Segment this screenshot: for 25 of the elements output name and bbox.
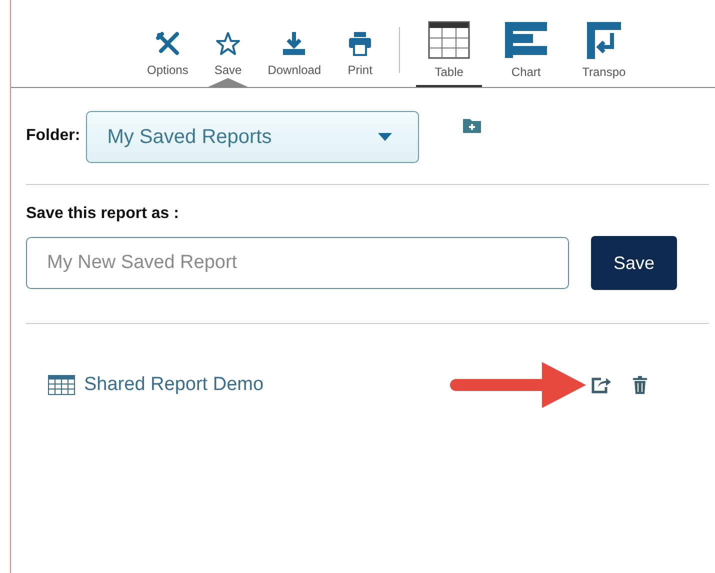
- transpose-icon: [586, 21, 622, 59]
- folder-dropdown[interactable]: My Saved Reports: [86, 111, 420, 163]
- view-tab[interactable]: Chart: [492, 21, 560, 87]
- view-tab[interactable]: Table: [416, 21, 482, 87]
- table-icon: [428, 21, 470, 59]
- table-icon: [48, 375, 75, 395]
- folder-label: Folder:: [26, 127, 80, 145]
- toolbar-button[interactable]: Options: [139, 31, 196, 87]
- toolbar-button[interactable]: Save: [206, 31, 250, 87]
- star-icon: [215, 31, 242, 57]
- save-button[interactable]: Save: [591, 236, 677, 290]
- download-icon: [281, 31, 308, 57]
- new-folder-icon[interactable]: [463, 117, 482, 133]
- report-link[interactable]: Shared Report Demo: [84, 374, 264, 396]
- bar-chart-icon: [504, 21, 548, 59]
- trash-icon[interactable]: [632, 376, 647, 394]
- caret-icon: [378, 133, 392, 141]
- toolbar-button[interactable]: Print: [339, 31, 382, 87]
- tools-icon: [154, 31, 181, 57]
- printer-icon: [347, 31, 374, 57]
- view-tab[interactable]: Transpo: [570, 21, 638, 87]
- report-name-field[interactable]: My New Saved Report: [26, 237, 569, 289]
- toolbar-button[interactable]: Download: [260, 31, 330, 87]
- share-icon[interactable]: [590, 376, 611, 394]
- save-as-label: Save this report as :: [26, 205, 180, 223]
